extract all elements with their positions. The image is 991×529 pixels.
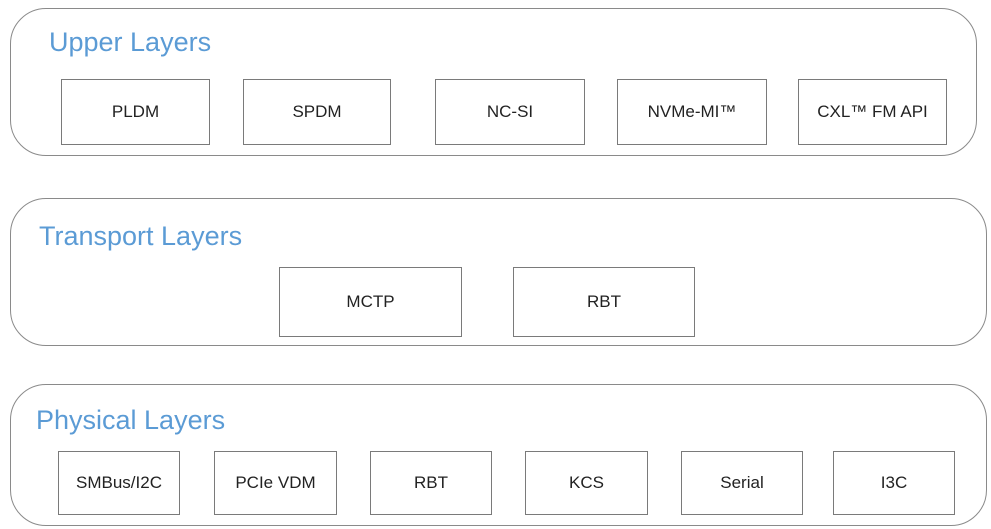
upper-layers-title: Upper Layers	[49, 27, 212, 57]
mctp-box: MCTP	[279, 267, 462, 337]
upper-layers-group: Upper Layers PLDM SPDM NC-SI NVMe-MI™ CX…	[10, 8, 977, 156]
pldm-box: PLDM	[61, 79, 210, 145]
smbus-i2c-box: SMBus/I2C	[58, 451, 180, 515]
pcie-vdm-box: PCIe VDM	[214, 451, 337, 515]
kcs-box: KCS	[525, 451, 648, 515]
transport-layers-group: Transport Layers MCTP RBT	[10, 198, 987, 346]
i3c-box: I3C	[833, 451, 955, 515]
physical-layers-title: Physical Layers	[36, 405, 226, 435]
transport-rbt-box: RBT	[513, 267, 695, 337]
nvme-mi-box: NVMe-MI™	[617, 79, 767, 145]
physical-rbt-box: RBT	[370, 451, 492, 515]
serial-box: Serial	[681, 451, 803, 515]
cxl-fm-api-box: CXL™ FM API	[798, 79, 947, 145]
nc-si-box: NC-SI	[435, 79, 585, 145]
physical-layers-group: Physical Layers SMBus/I2C PCIe VDM RBT K…	[10, 384, 987, 526]
transport-layers-title: Transport Layers	[39, 221, 243, 251]
spdm-box: SPDM	[243, 79, 391, 145]
